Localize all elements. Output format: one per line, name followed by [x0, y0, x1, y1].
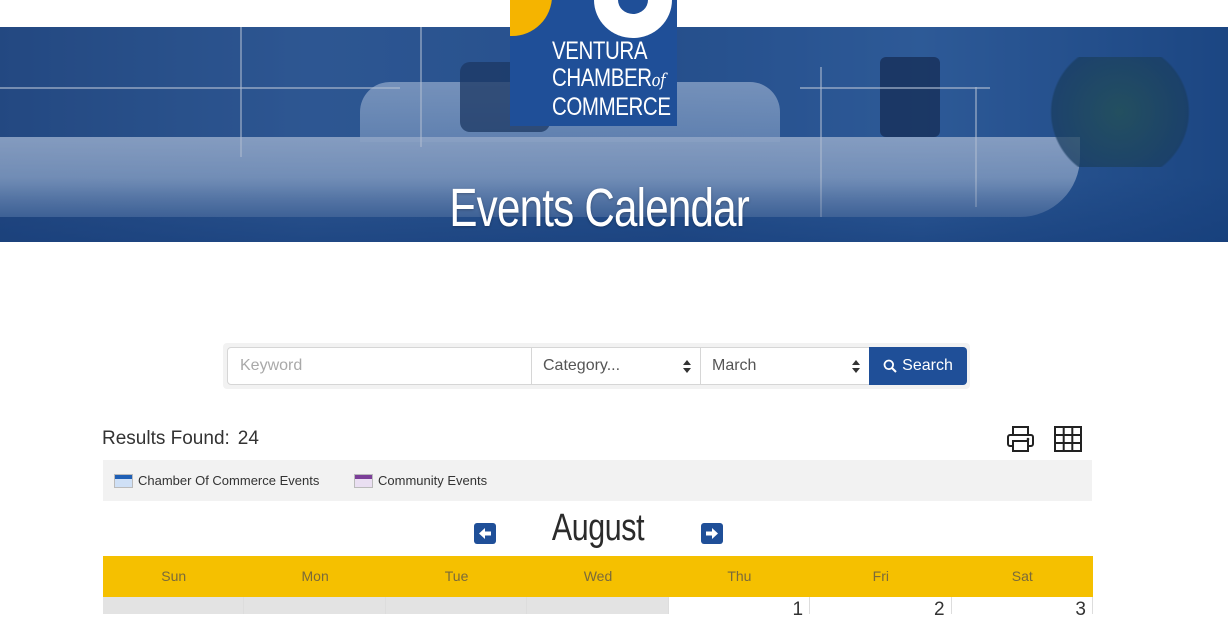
calendar-day-cell — [527, 597, 669, 614]
next-month-button[interactable] — [701, 523, 723, 544]
results-count: 24 — [237, 428, 259, 449]
logo-line-3: COMMERCE — [552, 93, 671, 121]
select-arrows-icon — [683, 360, 691, 373]
legend-label: Community Events — [378, 473, 488, 488]
page-title: Events Calendar — [449, 178, 750, 238]
grid-icon[interactable] — [1054, 426, 1082, 452]
calendar-day-cell[interactable]: 1 — [669, 597, 811, 620]
calendar-week-row: 1 2 3 — [103, 597, 1093, 620]
prev-month-button[interactable] — [474, 523, 496, 544]
event-legend: Chamber Of Commerce Events Community Eve… — [103, 460, 1092, 501]
search-button[interactable]: Search — [869, 347, 967, 385]
day-number: 1 — [792, 599, 804, 620]
month-select-value: March — [712, 357, 757, 374]
keyword-input[interactable] — [227, 347, 532, 385]
search-button-label: Search — [902, 357, 953, 374]
logo-text: VENTURA CHAMBERof COMMERCE — [552, 37, 671, 121]
weekday-sun: Sun — [161, 568, 187, 584]
legend-item-community: Community Events — [354, 473, 487, 488]
category-select[interactable]: Category... — [531, 347, 701, 385]
calendar-day-cell — [103, 597, 245, 614]
logo-of: of — [651, 70, 666, 91]
arrow-left-icon — [479, 528, 491, 539]
weekday-mon: Mon — [301, 568, 329, 584]
arrow-right-icon — [706, 528, 718, 539]
calendar-day-cell — [244, 597, 386, 614]
weekday-tue: Tue — [444, 568, 469, 584]
search-icon — [883, 359, 897, 373]
logo-line-1: VENTURA — [552, 37, 648, 65]
calendar-day-cell[interactable]: 2 — [810, 597, 952, 620]
legend-swatch-purple — [354, 473, 373, 488]
day-number: 2 — [933, 599, 945, 620]
weekday-fri: Fri — [872, 568, 889, 584]
month-select[interactable]: March — [700, 347, 870, 385]
chamber-logo[interactable]: VENTURA CHAMBERof COMMERCE — [510, 0, 677, 126]
results-found: Results Found: 24 — [102, 428, 259, 450]
calendar-day-cell — [385, 597, 528, 614]
weekday-sat: Sat — [1011, 568, 1033, 584]
select-arrows-icon — [852, 360, 860, 373]
weekday-thu: Thu — [727, 568, 752, 584]
day-number: 3 — [1075, 599, 1086, 620]
calendar-day-cell[interactable]: 3 — [952, 597, 1093, 620]
weekday-wed: Wed — [583, 568, 613, 584]
category-select-value: Category... — [543, 357, 621, 374]
legend-label: Chamber Of Commerce Events — [138, 473, 320, 488]
legend-swatch-blue — [114, 473, 133, 488]
results-label: Results Found: — [102, 428, 230, 449]
logo-line-2: CHAMBER — [552, 64, 652, 92]
logo-mark-icon — [510, 0, 677, 38]
legend-item-chamber: Chamber Of Commerce Events — [114, 473, 319, 488]
print-icon[interactable] — [1006, 425, 1035, 453]
calendar-weekday-header: Sun Mon Tue Wed Thu Fri Sat — [103, 556, 1093, 597]
